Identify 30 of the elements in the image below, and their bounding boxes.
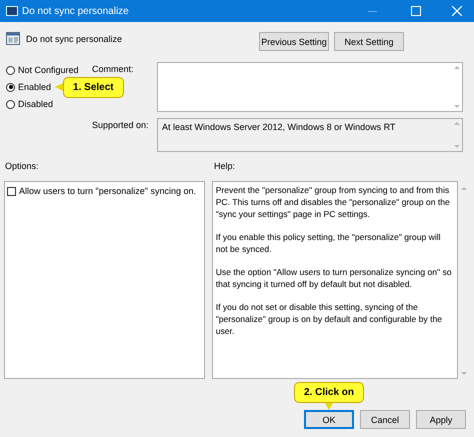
callout: 1. Select [63, 76, 124, 98]
supported-on-label: Supported on: [91, 119, 150, 130]
comment-label: Comment: [91, 63, 135, 74]
callout: 2. Click on [294, 382, 364, 403]
help-paragraph: Use the option "Allow users to turn personalize syncing on" so that syncing it turned off by default but not disabled. [216, 266, 453, 290]
radio-label: Disabled [18, 99, 54, 109]
radio-button[interactable] [6, 66, 15, 74]
close-icon[interactable] [452, 6, 462, 16]
footer-button[interactable]: Cancel [360, 410, 410, 429]
help-paragraph: If you do not set or disable this setting, syncing of the "personalize" group is on by default and configurable by the user. [216, 301, 444, 337]
radio-button[interactable] [6, 82, 15, 92]
radio-label: Not Configured [18, 65, 79, 75]
comment-field[interactable] [157, 62, 463, 112]
help-label: Help: [214, 161, 236, 173]
radio-button[interactable] [6, 100, 15, 108]
policy-icon [6, 32, 20, 45]
help-paragraph: Prevent the "personalize" group from syncing to and from this PC. This turns off and disables the "personalize" group on the "sync your settings" page in PC settings. [216, 184, 451, 220]
radio-label: Enabled [18, 82, 52, 92]
app-icon [6, 6, 18, 16]
window-title: Do not sync personalize [22, 6, 129, 16]
supported-on-value: At least Windows Server 2012, Windows 8 or Windows RT [161, 121, 396, 134]
policy-title: Do not sync personalize [26, 34, 122, 44]
footer-button[interactable]: OK [304, 410, 354, 429]
checkbox[interactable] [7, 186, 16, 196]
checkbox-label: Allow users to turn "personalize" syncing on. [19, 186, 196, 196]
nav-button[interactable]: Previous Setting [259, 32, 329, 51]
options-label: Options: [4, 161, 40, 173]
footer-button[interactable]: Apply [416, 410, 466, 429]
help-paragraph: If you enable this policy setting, the "personalize" group will not be synced. [216, 231, 442, 255]
nav-button[interactable]: Next Setting [334, 32, 404, 51]
